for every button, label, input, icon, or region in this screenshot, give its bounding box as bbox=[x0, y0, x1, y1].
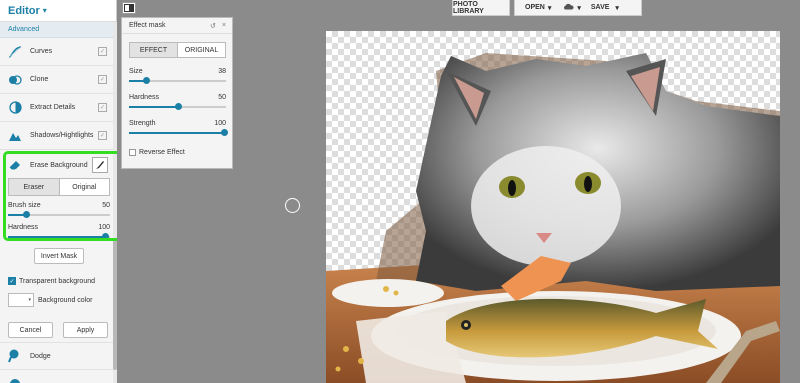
mask-size-slider[interactable]: Size 38 bbox=[129, 68, 226, 84]
hardness-label: Hardness bbox=[8, 224, 38, 231]
cat-fish-photo bbox=[326, 53, 780, 383]
brush-size-label: Brush size bbox=[8, 202, 41, 209]
checkbox-checked-icon[interactable]: ✓ bbox=[8, 277, 16, 285]
panel-toggle-button[interactable] bbox=[122, 2, 136, 14]
tool-label: Curves bbox=[30, 48, 53, 55]
effect-mask-header: Effect mask ↺ × bbox=[122, 18, 232, 34]
transparent-background-row[interactable]: ✓ Transparent background bbox=[8, 277, 95, 285]
editor-sidebar: Editor ▾ Advanced Curves ✓ Clone ✓ Extra… bbox=[0, 0, 117, 383]
brush-icon bbox=[96, 161, 104, 169]
mode-original-button[interactable]: Original bbox=[60, 179, 110, 195]
mask-strength-slider[interactable]: Strength 100 bbox=[129, 120, 229, 136]
checkbox-icon[interactable]: ✓ bbox=[98, 47, 107, 56]
section-advanced[interactable]: Advanced bbox=[0, 22, 116, 38]
slider-handle[interactable] bbox=[143, 77, 151, 84]
invert-mask-button[interactable]: Invert Mask bbox=[34, 248, 84, 264]
hardness-slider[interactable]: Hardness 100 bbox=[8, 224, 110, 240]
tab-effect[interactable]: EFFECT bbox=[130, 43, 178, 57]
background-color-label: Background color bbox=[38, 296, 93, 304]
brush-size-slider[interactable]: Brush size 50 bbox=[8, 202, 110, 218]
mask-hardness-slider[interactable]: Hardness 50 bbox=[129, 94, 226, 110]
chevron-down-icon[interactable]: ▾ bbox=[577, 4, 581, 12]
save-button[interactable]: SAVE bbox=[591, 4, 610, 11]
image-canvas[interactable] bbox=[326, 31, 780, 383]
tool-label: Clone bbox=[30, 76, 49, 83]
checkbox-icon[interactable]: ✓ bbox=[98, 75, 107, 84]
tool-label: Shadows/Hightlights bbox=[30, 132, 94, 139]
strength-label: Strength bbox=[129, 120, 156, 127]
brush-cursor bbox=[285, 198, 300, 213]
transparent-background-label: Transparent background bbox=[19, 277, 96, 285]
tool-erase-background[interactable]: Erase Background bbox=[0, 151, 116, 179]
effect-mask-panel: Effect mask ↺ × EFFECT ORIGINAL Size 38 … bbox=[121, 17, 233, 169]
chevron-down-icon[interactable]: ▾ bbox=[548, 4, 552, 12]
color-swatch[interactable]: ▾ bbox=[8, 293, 34, 307]
erase-mode-toggle: Eraser Original bbox=[8, 178, 110, 196]
tool-dodge[interactable]: Dodge bbox=[0, 342, 113, 370]
tab-original[interactable]: ORIGINAL bbox=[178, 43, 225, 57]
size-label: Size bbox=[129, 68, 143, 75]
curves-icon bbox=[8, 45, 22, 59]
photo-library-button[interactable]: PHOTO LIBRARY bbox=[452, 0, 510, 16]
effect-mask-title: Effect mask bbox=[129, 22, 166, 29]
hardness-value: 50 bbox=[218, 94, 226, 101]
chevron-down-icon[interactable]: ▾ bbox=[615, 4, 619, 12]
dodge-icon bbox=[8, 349, 22, 363]
tool-clone[interactable]: Clone ✓ bbox=[0, 66, 116, 94]
editor-header[interactable]: Editor ▾ bbox=[0, 0, 116, 22]
slider-handle[interactable] bbox=[221, 129, 229, 136]
file-toolbar: OPEN ▾ ▾ SAVE ▾ bbox=[514, 0, 642, 16]
photo-library-label: PHOTO LIBRARY bbox=[453, 0, 484, 15]
burn-icon bbox=[8, 377, 22, 383]
extract-details-icon bbox=[8, 101, 22, 115]
mode-eraser-button[interactable]: Eraser bbox=[9, 179, 60, 195]
checkbox-icon[interactable]: ✓ bbox=[98, 103, 107, 112]
mask-tab-toggle: EFFECT ORIGINAL bbox=[129, 42, 226, 58]
brush-size-value: 50 bbox=[102, 202, 110, 209]
background-color-row: ▾ Background color bbox=[8, 293, 92, 307]
tool-shadows-highlights[interactable]: Shadows/Hightlights ✓ bbox=[0, 122, 116, 150]
tool-extract-details[interactable]: Extract Details ✓ bbox=[0, 94, 116, 122]
slider-handle[interactable] bbox=[101, 233, 109, 240]
reverse-effect-label: Reverse Effect bbox=[139, 149, 185, 156]
tool-curves[interactable]: Curves ✓ bbox=[0, 38, 116, 66]
tool-label: Dodge bbox=[30, 352, 51, 360]
reset-icon[interactable]: ↺ bbox=[210, 22, 216, 30]
checkbox-unchecked-icon[interactable] bbox=[129, 149, 136, 156]
compare-icon bbox=[124, 4, 134, 12]
eraser-icon bbox=[8, 158, 22, 172]
open-button[interactable]: OPEN bbox=[525, 4, 545, 11]
cancel-button[interactable]: Cancel bbox=[8, 322, 53, 338]
tool-label: Extract Details bbox=[30, 104, 76, 111]
checkbox-icon[interactable]: ✓ bbox=[98, 131, 107, 140]
strength-value: 100 bbox=[214, 120, 226, 127]
cloud-icon[interactable] bbox=[563, 3, 574, 12]
clone-icon bbox=[8, 73, 22, 87]
reverse-effect-row[interactable]: Reverse Effect bbox=[129, 149, 185, 156]
slider-handle[interactable] bbox=[174, 103, 182, 110]
apply-button[interactable]: Apply bbox=[63, 322, 108, 338]
hardness-label: Hardness bbox=[129, 94, 159, 101]
hardness-value: 100 bbox=[98, 224, 110, 231]
tool-label: Erase Background bbox=[30, 161, 88, 169]
brush-button[interactable] bbox=[92, 157, 108, 173]
size-value: 38 bbox=[218, 68, 226, 75]
close-icon[interactable]: × bbox=[222, 22, 226, 29]
tool-next[interactable] bbox=[0, 370, 113, 383]
chevron-down-icon: ▾ bbox=[42, 6, 47, 15]
editor-title: Editor bbox=[8, 4, 40, 17]
shadows-highlights-icon bbox=[8, 129, 22, 143]
